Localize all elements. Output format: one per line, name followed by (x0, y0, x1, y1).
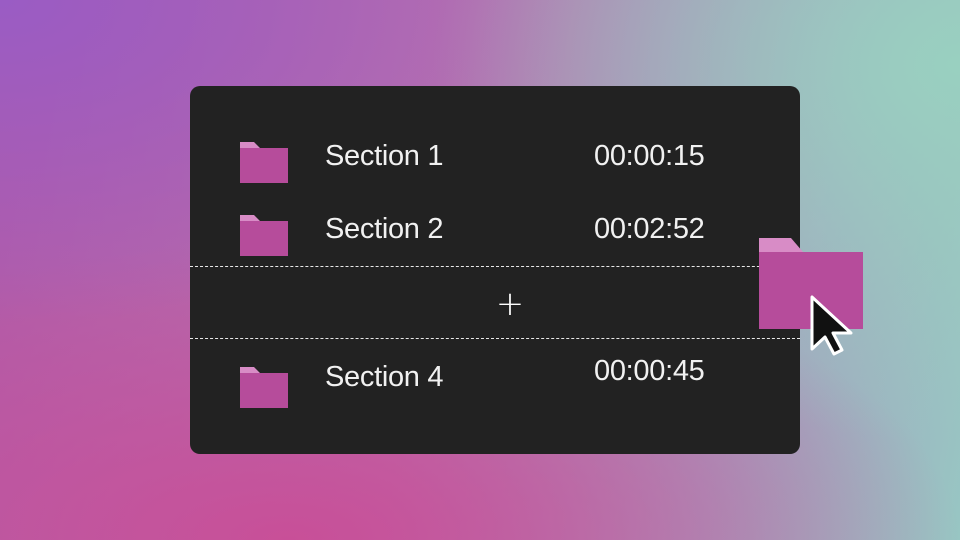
add-section-button[interactable]: + (492, 286, 528, 322)
section-name: Section 2 (325, 213, 444, 245)
section-duration: 00:00:45 (594, 355, 705, 387)
section-duration: 00:00:15 (594, 140, 705, 172)
folder-icon (240, 215, 288, 256)
drop-zone-bottom-border (190, 338, 800, 339)
section-row[interactable]: Section 4 00:00:45 (190, 351, 800, 411)
folder-icon (240, 142, 288, 183)
folder-icon (240, 367, 288, 408)
section-row[interactable]: Section 2 00:02:52 (190, 199, 800, 259)
section-duration: 00:02:52 (594, 213, 705, 245)
section-name: Section 1 (325, 140, 444, 172)
drop-zone-top-border (190, 266, 800, 267)
section-list-panel: Section 1 00:00:15 Section 2 00:02:52 + … (190, 86, 800, 454)
mouse-pointer-icon (810, 295, 853, 356)
section-row[interactable]: Section 1 00:00:15 (190, 126, 800, 186)
section-name: Section 4 (325, 361, 444, 393)
